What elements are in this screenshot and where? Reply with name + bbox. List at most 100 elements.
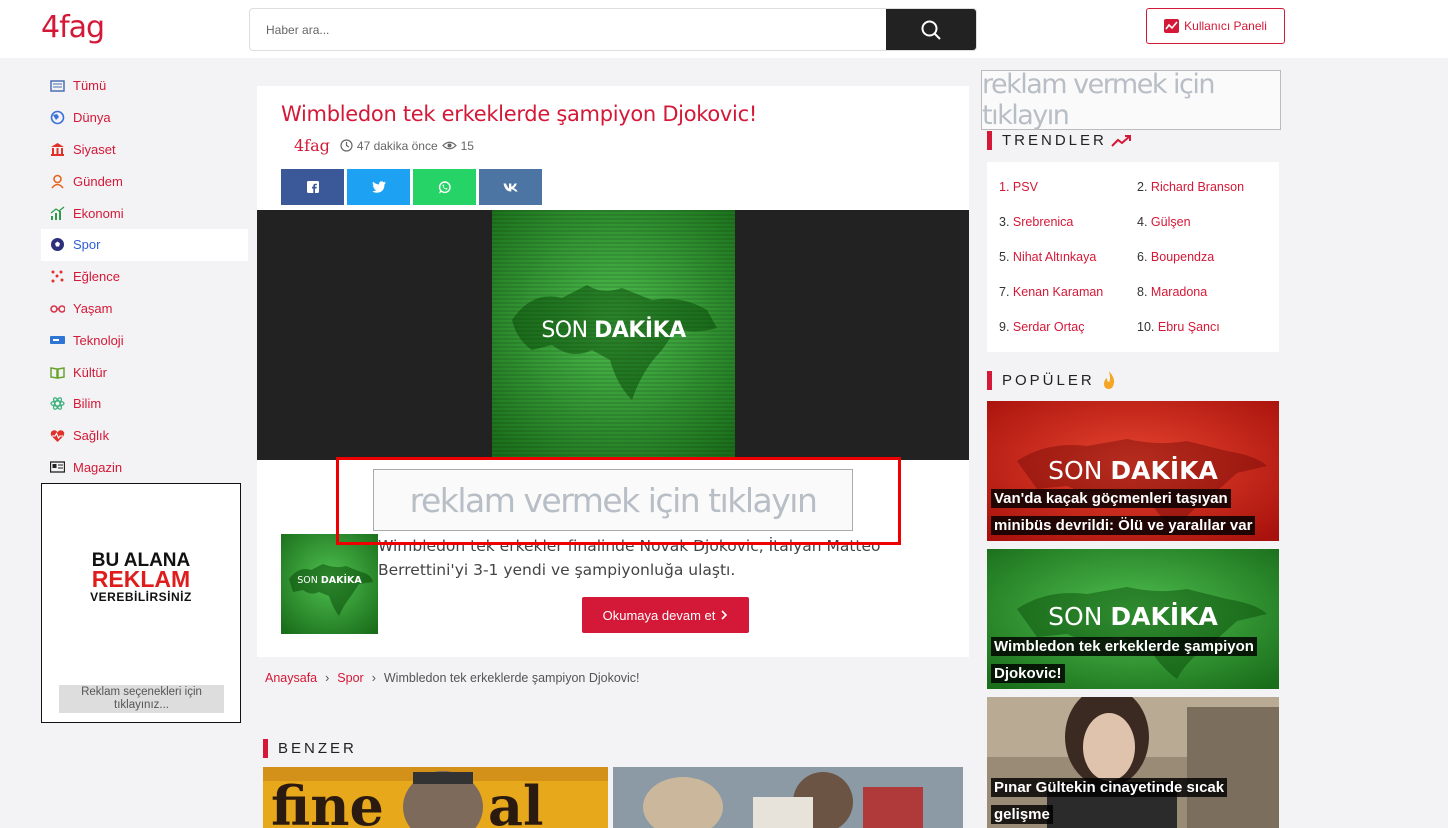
sidebar-item-magazin[interactable]: Magazin: [41, 452, 248, 484]
trend-item[interactable]: 9. Serdar Ortaç: [999, 320, 1084, 334]
trend-label: Boupendza: [1150, 250, 1215, 264]
sidebar-item-label: Bilim: [73, 396, 102, 412]
read-more-label: Okumaya devam et: [602, 607, 716, 623]
sidebar-item-label: Gündem: [73, 173, 123, 189]
heading-bar: [987, 370, 992, 390]
breadcrumb: Anaysafa › Spor › Wimbledon tek erkekler…: [265, 671, 640, 685]
hero-caption-light: SON: [541, 318, 588, 343]
breadcrumb-separator: ›: [325, 671, 330, 685]
popular-caption-line: gelişme: [991, 805, 1053, 824]
trend-label: Ebru Şancı: [1157, 320, 1220, 334]
related-news-images[interactable]: fine al: [263, 767, 963, 828]
trends-title: TRENDLER: [1002, 132, 1107, 149]
site-logo[interactable]: 4fag: [41, 10, 105, 45]
book-icon: [50, 365, 65, 380]
sidebar-item-ekonomi[interactable]: Ekonomi: [41, 197, 248, 229]
category-sidebar: Tümü Dünya Siyaset Gündem Ekonomi Spor E…: [41, 70, 248, 483]
trend-rank: 4.: [1137, 215, 1148, 229]
inline-ad-banner[interactable]: reklam vermek için tıklayın: [373, 469, 853, 531]
article-title[interactable]: Wimbledon tek erkeklerde şampiyon Djokov…: [281, 102, 757, 126]
whatsapp-icon: [438, 180, 451, 193]
sidebar-item-gundem[interactable]: Gündem: [41, 165, 248, 197]
trend-item[interactable]: 3. Srebrenica: [999, 215, 1073, 229]
svg-text:fine: fine: [271, 774, 384, 828]
trend-label: Serdar Ortaç: [1012, 320, 1085, 334]
share-twitter-button[interactable]: [347, 169, 410, 205]
twitter-icon: [371, 181, 386, 193]
share-facebook-button[interactable]: [281, 169, 344, 205]
thumbnail-caption-light: SON: [297, 575, 318, 586]
popular-heading: POPÜLER: [987, 370, 1117, 390]
sidebar-item-label: Siyaset: [73, 141, 116, 157]
trend-label: Richard Branson: [1150, 180, 1245, 194]
popular-caption-line: Wimbledon tek erkeklerde şampiyon: [991, 637, 1257, 656]
trend-rank: 10.: [1137, 320, 1155, 334]
search-input[interactable]: [250, 9, 888, 50]
sidebar-item-tumu[interactable]: Tümü: [41, 70, 248, 102]
thumbnail-caption: SON DAKİKA: [281, 575, 378, 586]
trend-label: Kenan Karaman: [1012, 285, 1104, 299]
popular-item[interactable]: SON DAKİKA Wimbledon tek erkeklerde şamp…: [987, 549, 1279, 689]
trend-rank: 5.: [999, 250, 1010, 264]
ad-line-3: VEREBİLİRSİNİZ: [90, 590, 192, 604]
clock-icon: [340, 139, 353, 152]
thumbnail-caption-bold: DAKİKA: [320, 575, 362, 586]
popular-item[interactable]: Pınar Gültekin cinayetinde sıcak gelişme: [987, 697, 1279, 828]
trend-item[interactable]: 4. Gülşen: [1137, 215, 1191, 229]
trends-list: 1. PSV 2. Richard Branson 3. Srebrenica …: [987, 162, 1279, 352]
sidebar-item-label: Ekonomi: [73, 205, 124, 221]
right-ad-banner[interactable]: reklam vermek için tıklayın: [981, 69, 1281, 131]
trend-item[interactable]: 7. Kenan Karaman: [999, 285, 1103, 299]
sidebar-item-spor[interactable]: Spor: [41, 228, 248, 261]
heading-bar: [263, 739, 268, 758]
share-buttons: [281, 169, 542, 205]
share-whatsapp-button[interactable]: [413, 169, 476, 205]
facebook-icon: [306, 181, 319, 193]
popular-caption: Pınar Gültekin cinayetinde sıcak gelişme: [991, 774, 1228, 828]
trend-rank: 9.: [999, 320, 1010, 334]
parliament-icon: [50, 142, 65, 157]
trend-label: Maradona: [1150, 285, 1208, 299]
popular-caption-line: Djokovic!: [991, 664, 1065, 683]
trend-item[interactable]: 2. Richard Branson: [1137, 180, 1244, 194]
sidebar-item-eglence[interactable]: Eğlence: [41, 261, 248, 293]
breadcrumb-home[interactable]: Anaysafa: [265, 671, 317, 685]
sidebar-item-label: Magazin: [73, 459, 123, 475]
trend-item[interactable]: 6. Boupendza: [1137, 250, 1214, 264]
location-person-icon: [50, 174, 65, 189]
search-button[interactable]: [886, 9, 976, 50]
read-more-button[interactable]: Okumaya devam et: [582, 597, 749, 633]
sidebar-item-siyaset[interactable]: Siyaset: [41, 134, 248, 166]
trend-item[interactable]: 5. Nihat Altınkaya: [999, 250, 1096, 264]
top-bar: 4fag Kullanıcı Paneli: [0, 0, 1448, 58]
trend-item[interactable]: 8. Maradona: [1137, 285, 1207, 299]
svg-text:SON DAKİKA: SON DAKİKA: [1048, 455, 1218, 485]
svg-text:SON DAKİKA: SON DAKİKA: [1048, 601, 1218, 631]
svg-text:al: al: [488, 774, 544, 828]
hero-caption-bold: DAKİKA: [594, 318, 686, 343]
trend-item[interactable]: 1. PSV: [999, 180, 1038, 194]
ad-options-link[interactable]: Reklam seçenekleri için tıklayınız...: [59, 685, 224, 713]
sidebar-item-kultur[interactable]: Kültür: [41, 356, 248, 388]
eye-icon: [441, 140, 457, 151]
trend-item[interactable]: 10. Ebru Şancı: [1137, 320, 1220, 334]
breadcrumb-category[interactable]: Spor: [337, 671, 363, 685]
article-source[interactable]: 4fag: [294, 136, 330, 155]
device-icon: [50, 333, 65, 348]
sidebar-item-dunya[interactable]: Dünya: [41, 102, 248, 134]
sidebar-item-label: Yaşam: [73, 300, 113, 316]
trend-label: Nihat Altınkaya: [1012, 250, 1097, 264]
chevron-right-icon: [721, 610, 728, 620]
sidebar-item-teknoloji[interactable]: Teknoloji: [41, 324, 248, 356]
sidebar-item-bilim[interactable]: Bilim: [41, 388, 248, 420]
sidebar-ad-banner[interactable]: BU ALANA REKLAM VEREBİLİRSİNİZ Reklam se…: [41, 483, 241, 723]
popular-item[interactable]: SON DAKİKA Van'da kaçak göçmenleri taşıy…: [987, 401, 1279, 541]
vk-icon: [503, 183, 518, 192]
article-hero-image[interactable]: SON DAKİKA: [257, 210, 969, 460]
user-panel-button[interactable]: Kullanıcı Paneli: [1146, 8, 1285, 44]
article-views: 15: [460, 138, 474, 153]
share-vk-button[interactable]: [479, 169, 542, 205]
sidebar-item-saglik[interactable]: Sağlık: [41, 420, 248, 452]
sidebar-item-yasam[interactable]: Yaşam: [41, 293, 248, 325]
sidebar-item-label: Eğlence: [73, 269, 120, 285]
